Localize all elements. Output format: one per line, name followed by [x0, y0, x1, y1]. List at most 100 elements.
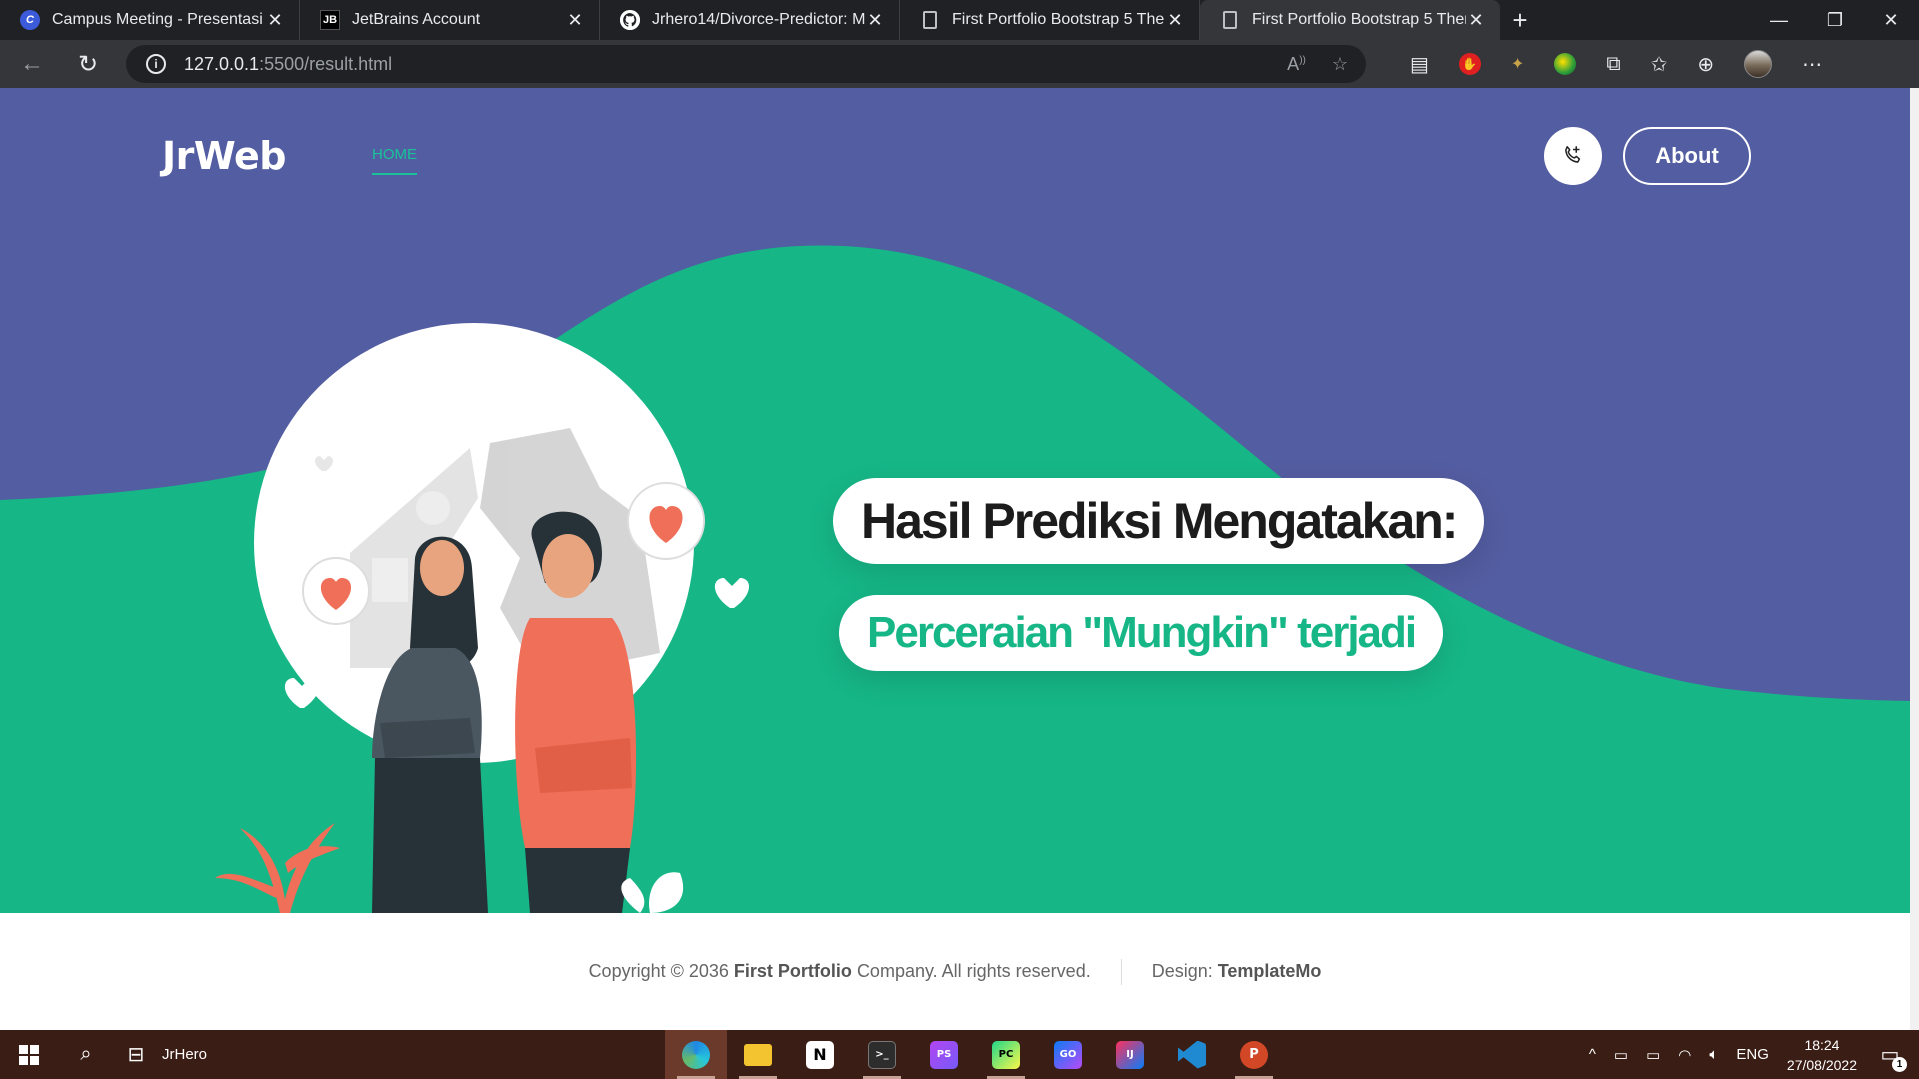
- system-tray: ^ ▭ ▭ ◠ 🔈︎ ENG 18:24 27/08/2022 ▭ 1: [1589, 1030, 1919, 1079]
- tab-close-icon[interactable]: ✕: [1165, 10, 1185, 31]
- taskbar-app-powerpoint[interactable]: P: [1223, 1030, 1285, 1079]
- input-language[interactable]: ENG: [1736, 1046, 1769, 1063]
- hero-section: JrWeb HOME About Hasil Prediksi Mengatak…: [0, 88, 1910, 913]
- tab-close-icon[interactable]: ✕: [1466, 10, 1486, 31]
- taskbar-app-vscode[interactable]: [1161, 1030, 1223, 1079]
- tab-close-icon[interactable]: ✕: [865, 10, 885, 31]
- notion-icon: N: [806, 1040, 834, 1069]
- collections-icon[interactable]: ⊕: [1697, 52, 1714, 77]
- notification-center-icon[interactable]: ▭ 1: [1875, 1040, 1907, 1072]
- browser-tab[interactable]: C Campus Meeting - Presentasi ✕: [0, 0, 300, 40]
- extension-figure-icon[interactable]: ✦: [1511, 54, 1524, 74]
- volume-icon[interactable]: 🔈︎: [1709, 1046, 1718, 1063]
- heart-bubble-right: [627, 482, 705, 560]
- about-button[interactable]: About: [1623, 127, 1751, 185]
- restore-icon[interactable]: ❐: [1807, 0, 1863, 40]
- browser-tab[interactable]: Jrhero14/Divorce-Predictor: Mac ✕: [600, 0, 900, 40]
- adblock-extension-icon[interactable]: ✋: [1458, 53, 1481, 75]
- taskbar-search-label[interactable]: JrHero: [162, 1046, 207, 1063]
- site-info-icon[interactable]: i: [146, 54, 166, 74]
- heart-bubble-left: [302, 557, 370, 625]
- windows-logo-icon: [19, 1044, 39, 1065]
- collections-ext-icon[interactable]: ▤: [1410, 52, 1429, 77]
- taskbar-app-terminal[interactable]: >_: [851, 1030, 913, 1079]
- minimize-icon[interactable]: —: [1751, 0, 1807, 40]
- taskbar-app-notion[interactable]: N: [789, 1030, 851, 1079]
- taskbar-app-intellij[interactable]: IJ: [1099, 1030, 1161, 1079]
- jetbrains-icon: JB: [320, 10, 340, 30]
- site-footer: Copyright © 2036 First Portfolio Company…: [0, 913, 1910, 1030]
- tab-title: JetBrains Account: [352, 11, 481, 28]
- more-menu-icon[interactable]: ⋯: [1802, 52, 1822, 77]
- profile-avatar[interactable]: [1744, 50, 1773, 78]
- pycharm-icon: PC: [992, 1040, 1020, 1069]
- call-button[interactable]: [1544, 127, 1602, 185]
- add-favorite-icon[interactable]: ☆: [1332, 54, 1348, 75]
- back-arrow-icon[interactable]: ←: [8, 40, 56, 88]
- search-icon[interactable]: ⌕: [58, 1030, 114, 1079]
- terminal-icon: >_: [868, 1040, 896, 1069]
- globe-extension-icon[interactable]: [1554, 53, 1577, 75]
- edge-icon: [682, 1040, 710, 1069]
- powerpoint-icon: P: [1240, 1040, 1268, 1069]
- company-name: First Portfolio: [733, 961, 852, 981]
- url-path: :5500/result.html: [259, 53, 393, 74]
- footer-divider: [1120, 958, 1122, 985]
- start-button[interactable]: [0, 1030, 58, 1079]
- prediction-result: Perceraian "Mungkin" terjadi: [839, 595, 1444, 671]
- github-icon: [620, 10, 640, 30]
- address-bar[interactable]: i 127.0.0.1:5500/result.html A)) ☆: [126, 45, 1366, 83]
- browser-tab-active[interactable]: First Portfolio Bootstrap 5 Theme ✕: [1200, 0, 1500, 40]
- taskbar-app-phpstorm[interactable]: PS: [913, 1030, 975, 1079]
- show-hidden-icons-icon[interactable]: ^: [1589, 1046, 1596, 1063]
- nav-link-home[interactable]: HOME: [372, 146, 417, 175]
- tab-title: Campus Meeting - Presentasi: [52, 11, 263, 28]
- tab-title: Jrhero14/Divorce-Predictor: Mac: [652, 11, 865, 28]
- new-tab-icon[interactable]: +: [1500, 0, 1540, 40]
- extensions-puzzle-icon[interactable]: ⧉: [1606, 53, 1620, 76]
- phpstorm-icon: PS: [930, 1040, 958, 1069]
- task-view-icon[interactable]: ⊟: [114, 1030, 158, 1079]
- tab-close-icon[interactable]: ✕: [265, 10, 285, 31]
- design-link[interactable]: TemplateMo: [1218, 961, 1322, 981]
- copyright-prefix: Copyright © 2036: [588, 961, 729, 981]
- clock-date: 27/08/2022: [1786, 1056, 1857, 1073]
- meet-now-icon[interactable]: ▭: [1614, 1046, 1628, 1064]
- wifi-icon[interactable]: ◠: [1678, 1046, 1691, 1064]
- notification-badge: 1: [1892, 1056, 1907, 1072]
- browser-tab-strip: C Campus Meeting - Presentasi ✕ JB JetBr…: [0, 0, 1919, 40]
- taskbar-app-pycharm[interactable]: PC: [975, 1030, 1037, 1079]
- window-controls: — ❐ ✕: [1751, 0, 1919, 40]
- folder-icon: [744, 1043, 772, 1066]
- page-scrollbar[interactable]: [1910, 88, 1919, 1030]
- tab-close-icon[interactable]: ✕: [565, 10, 585, 31]
- vscode-icon: [1178, 1040, 1206, 1069]
- taskbar-app-goland[interactable]: GO: [1037, 1030, 1099, 1079]
- taskbar-app-edge[interactable]: [665, 1030, 727, 1079]
- browser-tab[interactable]: First Portfolio Bootstrap 5 Theme ✕: [900, 0, 1200, 40]
- clock-time: 18:24: [1804, 1036, 1840, 1053]
- window-close-icon[interactable]: ✕: [1863, 0, 1919, 40]
- prediction-heading: Hasil Prediksi Mengatakan:: [833, 478, 1485, 564]
- site-brand-logo[interactable]: JrWeb: [162, 134, 286, 178]
- goland-icon: GO: [1054, 1040, 1082, 1069]
- tab-title: First Portfolio Bootstrap 5 Theme: [1252, 11, 1466, 28]
- design-credit: Design: TemplateMo: [1152, 961, 1322, 982]
- intellij-icon: IJ: [1116, 1040, 1144, 1069]
- read-aloud-icon[interactable]: A)): [1287, 54, 1306, 75]
- phone-plus-icon: [1565, 146, 1581, 163]
- copyright-text: Copyright © 2036 First Portfolio Company…: [589, 961, 1091, 982]
- url-host: 127.0.0.1: [184, 53, 260, 74]
- windows-taskbar: ⌕ ⊟ JrHero N >_ PS PC GO IJ P ^ ▭ ▭ ◠ 🔈︎…: [0, 1030, 1919, 1079]
- copyright-suffix: Company. All rights reserved.: [856, 961, 1091, 981]
- browser-tab[interactable]: JB JetBrains Account ✕: [300, 0, 600, 40]
- battery-icon[interactable]: ▭: [1646, 1046, 1660, 1064]
- taskbar-app-file-explorer[interactable]: [727, 1030, 789, 1079]
- favorites-icon[interactable]: ✩: [1651, 52, 1668, 77]
- reload-icon[interactable]: ↻: [64, 40, 112, 88]
- web-page: JrWeb HOME About Hasil Prediksi Mengatak…: [0, 88, 1910, 1030]
- browser-toolbar: ← ↻ i 127.0.0.1:5500/result.html A)) ☆ ▤…: [0, 40, 1919, 88]
- document-icon: [923, 11, 937, 29]
- tab-title: First Portfolio Bootstrap 5 Theme: [952, 11, 1165, 28]
- system-clock[interactable]: 18:24 27/08/2022: [1787, 1035, 1857, 1075]
